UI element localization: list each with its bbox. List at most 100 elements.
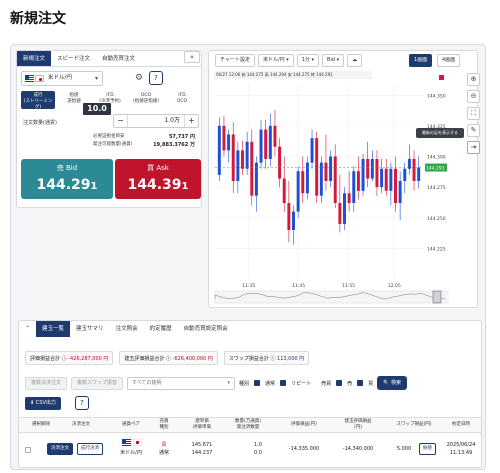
candle-body <box>231 134 235 181</box>
chart-pair-select[interactable]: 米ドル/円 ▾ <box>257 54 294 67</box>
symbol-filter-select[interactable]: すべての銘柄 ▾ <box>127 376 236 390</box>
row-date: 2025/06/24 <box>446 442 476 448</box>
tab-position-summary[interactable]: 建玉サマリ <box>70 321 110 337</box>
qty-stepper[interactable]: − 1.0万 + <box>113 114 199 128</box>
pair-row: 米ドル/円 ▾ ⚙ ? <box>21 71 201 87</box>
collapse-panel-icon[interactable]: « <box>184 51 200 63</box>
candle-body <box>324 162 328 181</box>
y-tick-label: 144.350 <box>427 93 446 99</box>
candle-body <box>259 129 263 163</box>
th-date: 約定日時 <box>452 422 470 427</box>
order-type-ifdoco[interactable]: IFD OCO <box>165 91 199 109</box>
jp-flag-icon <box>132 438 143 447</box>
table-header: 選択解除 決済注文 通貨ペア 売買 種別 建単価 評価単価 数量(万通貨) 発注… <box>19 417 481 433</box>
pair-select[interactable]: 米ドル/円 ▾ <box>21 71 103 86</box>
qty-value[interactable]: 1.0万 <box>164 115 180 127</box>
qty-plus-button[interactable]: + <box>184 115 198 127</box>
row-kind: 通常 <box>158 450 169 456</box>
kind-repeat-checkbox[interactable] <box>280 380 287 386</box>
deselect-button[interactable]: 選択解除 <box>21 422 61 428</box>
order-type-market[interactable]: 成行 (ストリーミング) <box>21 91 55 110</box>
bulk-swap-button[interactable]: 複数スワップ振替 <box>71 376 124 390</box>
kind-normal-checkbox[interactable] <box>254 380 261 386</box>
row-market-settle-button[interactable]: 成行決済 <box>77 443 103 455</box>
th-settle: 決済注文 <box>72 422 90 427</box>
chart-panel: チャート設定 米ドル/円 ▾ 1分 ▾ Bid ▾ ☁ 1画面 4画面 06/2… <box>208 50 480 308</box>
candlestick-chart[interactable]: 144.350144.325144.300144.275144.250144.2… <box>209 71 449 307</box>
chevron-down-icon: ▾ <box>227 379 231 386</box>
candle-body <box>222 125 226 151</box>
tab-execution-history[interactable]: 約定履歴 <box>144 321 178 337</box>
kind-filter-label: 種別 <box>239 380 250 387</box>
candle-body <box>241 150 244 169</box>
chart-toolbar: チャート設定 米ドル/円 ▾ 1分 ▾ Bid ▾ ☁ <box>215 54 363 68</box>
candle-body <box>347 193 351 204</box>
row-pair-flags <box>117 438 147 449</box>
kind-normal-label: 通常 <box>265 380 276 387</box>
tab-order-inquiry[interactable]: 注文照会 <box>110 321 144 337</box>
help-icon[interactable]: ? <box>149 71 163 85</box>
row-pair: 米ドル/円 <box>120 450 142 456</box>
order-type-oco[interactable]: OCO (指値逆指値) <box>129 91 163 109</box>
cloud-icon[interactable]: ☁ <box>347 54 363 67</box>
one-screen-button[interactable]: 1画面 <box>409 54 433 67</box>
csv-export-button[interactable]: ⬇ CSV出力 <box>25 397 61 410</box>
tab-auto-order[interactable]: 自動売買注文 <box>96 51 141 66</box>
chart-interval-select[interactable]: 1分 ▾ <box>296 54 320 67</box>
tab-auto-settings[interactable]: 自動売買設定照会 <box>178 321 234 337</box>
zoom-out-icon[interactable]: ⊖ <box>467 90 480 103</box>
margin-value: 57,737 円 <box>168 134 195 140</box>
candle-body <box>227 134 231 151</box>
candle-body <box>245 141 249 169</box>
side-buy-checkbox[interactable] <box>357 380 364 386</box>
positions-panel: ⌃ 建玉一覧 建玉サマリ 注文照会 約定履歴 自動売買設定照会 評価損益合計 ⓘ… <box>18 320 482 468</box>
side-buy-label: 買 <box>368 380 374 387</box>
side-sell-label: 売 <box>347 380 353 387</box>
candle-body <box>268 125 272 159</box>
side-filter-label: 売買 <box>321 380 332 387</box>
buy-button[interactable]: 買 Ask 144.391 <box>115 159 201 199</box>
candle-body <box>343 193 346 224</box>
qty-minus-button[interactable]: − <box>114 115 128 127</box>
gear-icon[interactable]: ⚙ <box>133 72 145 84</box>
candle-body <box>264 129 268 159</box>
row-checkbox[interactable] <box>25 447 31 453</box>
y-tick-label: 144.275 <box>427 185 446 191</box>
page-title: 新規注文 <box>10 11 66 27</box>
order-panel: 新規注文 スピード注文 自動売買注文 米ドル/円 ▾ ⚙ ? 成行 (ストリーミン… <box>16 50 202 208</box>
help-icon[interactable]: ? <box>75 396 89 410</box>
sell-label: 売 Bid <box>56 164 78 172</box>
x-tick-label: 11:35 <box>242 283 255 289</box>
filter-row: 複数決済注文 複数スワップ振替 すべての銘柄 ▾ 種別 通常 リピート 売買 売 … <box>25 376 407 390</box>
row-qty: 1.0 <box>254 442 262 448</box>
search-button[interactable]: 🔍 検索 <box>377 376 407 390</box>
candle-body <box>315 138 319 196</box>
chart-settings-button[interactable]: チャート設定 <box>215 54 255 67</box>
candle-body <box>282 178 286 204</box>
candle-body <box>301 171 305 194</box>
y-tick-label: 144.250 <box>427 216 446 222</box>
pair-label: 米ドル/円 <box>48 75 72 81</box>
candle-body <box>329 156 333 181</box>
candle-body <box>375 158 379 188</box>
bulk-settle-button[interactable]: 複数決済注文 <box>25 376 68 390</box>
draw-tool-icon[interactable]: ✎ <box>467 124 480 137</box>
chart-price-type-select[interactable]: Bid ▾ <box>322 54 345 67</box>
crosshair-icon[interactable]: ⛶ <box>467 107 480 120</box>
row-swap-transfer-button[interactable]: 振替 <box>419 443 436 455</box>
collapse-up-icon[interactable]: ⌃ <box>19 321 36 337</box>
buy-price: 144.391 <box>127 177 189 193</box>
jump-latest-icon[interactable]: ⇥ <box>467 141 480 154</box>
th-side: 売買 種別 <box>159 419 169 430</box>
candle-body <box>384 168 388 191</box>
side-sell-checkbox[interactable] <box>336 380 343 386</box>
tab-new-order[interactable]: 新規注文 <box>17 51 52 66</box>
candle-body <box>278 146 282 179</box>
sell-button[interactable]: 売 Bid 144.291 <box>21 159 113 199</box>
tab-speed-order[interactable]: スピード注文 <box>51 51 96 66</box>
tab-positions[interactable]: 建玉一覧 <box>36 321 71 337</box>
chevron-down-icon: ▾ <box>94 75 98 82</box>
row-settle-button[interactable]: 決済注文 <box>47 443 73 455</box>
zoom-in-icon[interactable]: ⊕ <box>467 73 480 86</box>
four-screen-button[interactable]: 4画面 <box>437 54 461 67</box>
